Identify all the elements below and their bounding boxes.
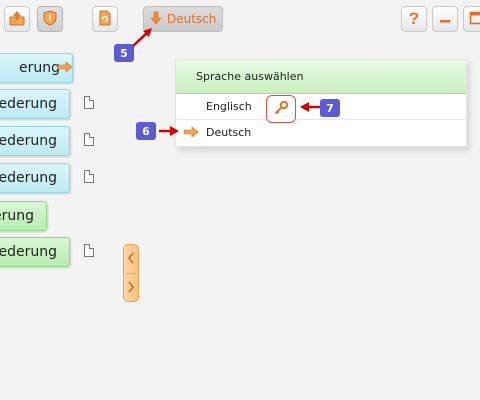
document-refresh-button[interactable] [92, 6, 118, 32]
tree-item-label: erung [18, 60, 60, 76]
tree-item[interactable]: erung [0, 201, 47, 231]
chevron-right-icon [127, 281, 135, 296]
scroll-left-button[interactable] [124, 245, 138, 273]
scroll-pager [123, 244, 139, 302]
tree-item[interactable]: ederung [0, 126, 70, 156]
callout-badge-7: 7 [320, 99, 340, 117]
tree-item-label: erung [0, 208, 34, 224]
export-icon [9, 10, 25, 29]
maximize-button[interactable] [463, 6, 480, 32]
key-icon [273, 100, 289, 119]
tree-item-label: ederung [0, 244, 57, 260]
language-panel-title: Sprache auswählen [196, 70, 304, 83]
document-icon[interactable] [84, 96, 94, 109]
selected-arrow-icon [183, 126, 199, 141]
callout-badge-6: 6 [136, 122, 156, 140]
help-button[interactable]: ? [401, 6, 427, 32]
document-icon[interactable] [84, 170, 94, 183]
language-button-label: Deutsch [167, 12, 217, 26]
scroll-right-button[interactable] [124, 274, 138, 302]
arrow-right-icon[interactable] [57, 61, 73, 76]
arrow-down-icon [150, 11, 162, 28]
language-panel-header: Sprache auswählen [176, 60, 466, 94]
shield-icon [42, 9, 58, 29]
document-refresh-icon [97, 10, 113, 29]
language-option-deutsch[interactable]: Deutsch [176, 120, 466, 145]
minimize-button[interactable] [432, 6, 458, 32]
callout-arrow-6 [159, 126, 179, 136]
document-icon[interactable] [84, 244, 94, 257]
tree-item[interactable]: ederung [0, 237, 70, 267]
callout-arrow-7 [300, 102, 320, 112]
export-button[interactable] [4, 6, 30, 32]
tree-item-label: ederung [0, 96, 57, 112]
chevron-left-icon [127, 252, 135, 267]
shield-button[interactable] [37, 6, 63, 32]
tree-item[interactable]: ederung [0, 89, 70, 119]
maximize-icon [469, 11, 480, 28]
callout-arrow-5 [132, 28, 152, 47]
minimize-icon [438, 11, 452, 28]
tree-item-label: ederung [0, 170, 57, 186]
document-icon[interactable] [84, 133, 94, 146]
help-icon: ? [408, 9, 420, 28]
tree-item[interactable]: ederung [0, 163, 70, 193]
tree-item-label: ederung [0, 133, 57, 149]
key-button[interactable] [266, 95, 296, 123]
language-option-label: Englisch [206, 100, 252, 113]
language-option-label: Deutsch [206, 126, 252, 139]
